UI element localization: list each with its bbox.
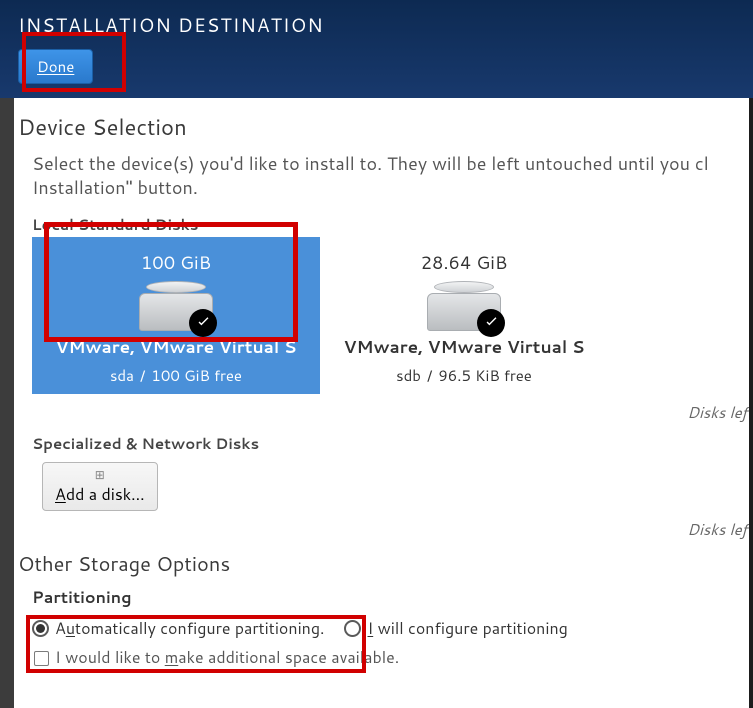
done-button[interactable]: Done	[18, 49, 93, 84]
disks-row: 100 GiB VMware, VMware Virtual S sda/100…	[32, 237, 753, 394]
check-icon	[477, 309, 505, 337]
checkbox-extra-space[interactable]	[34, 651, 49, 666]
device-selection-heading: Device Selection	[18, 112, 753, 143]
radio-manual-partition[interactable]: I will configure partitioning	[344, 617, 567, 640]
help-text: Select the device(s) you'd like to insta…	[32, 151, 753, 200]
extra-space-row[interactable]: I would like to make additional space av…	[34, 646, 753, 669]
header-bar: INSTALLATION DESTINATION Done	[0, 0, 753, 98]
add-disk-button[interactable]: ⊞ Add a disk...	[42, 462, 158, 511]
disk-name: VMware, VMware Virtual S	[38, 335, 314, 359]
disk-size: 28.64 GiB	[326, 249, 602, 275]
disk-free-row: sda/100 GiB free	[38, 365, 314, 386]
harddisk-icon	[427, 281, 501, 331]
network-disks-heading: Specialized & Network Disks	[32, 433, 753, 454]
radio-manual-input[interactable]	[344, 620, 361, 637]
page-title: INSTALLATION DESTINATION	[18, 12, 735, 39]
harddisk-icon	[139, 281, 213, 331]
partitioning-group: Partitioning Automatically configure par…	[32, 586, 753, 669]
disk-name: VMware, VMware Virtual S	[326, 335, 602, 359]
radio-auto-input[interactable]	[32, 620, 49, 637]
add-disk-icon: ⊞	[55, 469, 145, 481]
outer-frame-right	[749, 0, 753, 708]
disk-free-row: sdb/96.5 KiB free	[326, 365, 602, 386]
outer-frame-left	[0, 0, 14, 708]
disk-size: 100 GiB	[38, 249, 314, 275]
disk-sda[interactable]: 100 GiB VMware, VMware Virtual S sda/100…	[32, 237, 320, 394]
disks-hint: Disks left	[18, 402, 753, 423]
check-icon	[189, 309, 217, 337]
partitioning-heading: Partitioning	[32, 586, 753, 609]
disk-sdb[interactable]: 28.64 GiB VMware, VMware Virtual S sdb/9…	[320, 237, 608, 394]
radio-auto-partition[interactable]: Automatically configure partitioning.	[32, 617, 324, 640]
local-disks-heading: Local Standard Disks	[32, 214, 753, 235]
disks-hint-2: Disks left	[18, 519, 753, 540]
other-options-heading: Other Storage Options	[18, 550, 753, 578]
